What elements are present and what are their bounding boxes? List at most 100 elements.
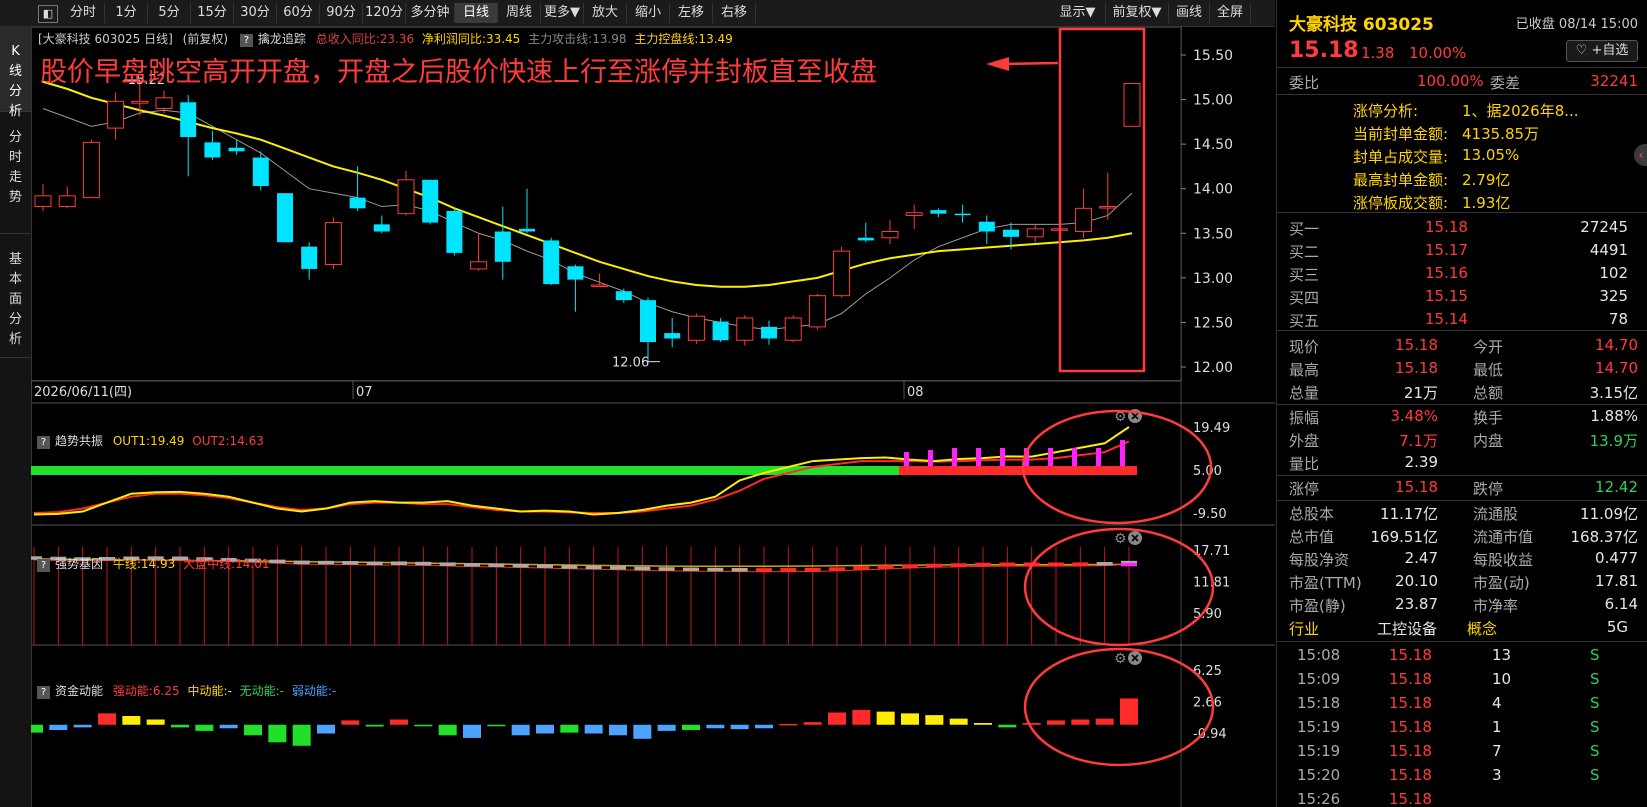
tick-s: S bbox=[1590, 694, 1600, 712]
help-icon[interactable]: ? bbox=[37, 686, 50, 699]
toolbar-item-2[interactable]: 5分 bbox=[148, 3, 191, 23]
concept-label[interactable]: 概念 bbox=[1467, 618, 1497, 639]
limit-up-line: 当前封单金额: 4135.85万 bbox=[1277, 121, 1647, 144]
candle-body bbox=[228, 147, 245, 152]
stat-v2: 168.37亿 bbox=[1570, 528, 1639, 546]
stat-v1: 15.18 bbox=[1395, 478, 1438, 496]
side-tab-2[interactable]: 基 本 面 分 析 bbox=[0, 234, 31, 358]
fund-bar bbox=[1095, 718, 1114, 725]
fund-bar bbox=[195, 724, 214, 731]
gear-icon[interactable]: ⚙ bbox=[1114, 531, 1127, 547]
stat-v1: 21万 bbox=[1403, 384, 1438, 402]
gear-icon[interactable]: ⚙ bbox=[1114, 651, 1127, 667]
fund-bar bbox=[511, 724, 530, 736]
toolbar-item-17[interactable]: 前复权▼ bbox=[1106, 3, 1169, 23]
fund-bar bbox=[390, 719, 408, 725]
layout-toggle-icon[interactable]: ◧ bbox=[38, 5, 58, 23]
gene-dash bbox=[634, 566, 651, 571]
toolbar-item-3[interactable]: 15分 bbox=[191, 3, 234, 23]
tick-t: 15:26 bbox=[1297, 790, 1341, 807]
help-icon[interactable]: ? bbox=[37, 559, 50, 572]
stat-l1: 市盈(TTM) bbox=[1289, 574, 1362, 592]
stats-row: 现价 15.18 今开 14.70 bbox=[1277, 334, 1647, 357]
gene-dash bbox=[1096, 562, 1113, 566]
candle-body bbox=[373, 224, 390, 232]
help-icon[interactable]: ? bbox=[239, 34, 253, 47]
trend-magenta-bar bbox=[1072, 448, 1077, 466]
industry-value[interactable]: 工控设备 bbox=[1377, 618, 1437, 639]
sub3-mid: 中动能:- bbox=[187, 684, 232, 698]
stat-l1: 现价 bbox=[1289, 338, 1320, 356]
bid-row[interactable]: 买四 15.15 325 bbox=[1277, 285, 1647, 308]
fq-label[interactable]: (前复权) bbox=[183, 32, 228, 46]
tick-v: 4 bbox=[1492, 694, 1502, 712]
toolbar-item-11[interactable]: 更多▼ bbox=[541, 3, 584, 23]
toolbar-item-0[interactable]: 分时 bbox=[62, 3, 105, 23]
toolbar-item-6[interactable]: 90分 bbox=[320, 3, 363, 23]
annotation-arrow bbox=[1000, 61, 1059, 66]
toolbar-item-19[interactable]: 全屏 bbox=[1210, 3, 1251, 23]
toolbar-item-18[interactable]: 画线 bbox=[1169, 3, 1210, 23]
stat-v1: 2.39 bbox=[1404, 453, 1438, 471]
add-watchlist-button[interactable]: ♡ +自选 bbox=[1566, 40, 1638, 62]
limit-up-key: 当前封单金额: bbox=[1353, 125, 1449, 143]
toolbar-item-9[interactable]: 日线 bbox=[455, 3, 498, 23]
candle-body bbox=[422, 179, 439, 223]
tick-t: 15:19 bbox=[1297, 742, 1341, 760]
tick-row: 15:19 15.18 1 S bbox=[1277, 716, 1647, 739]
toolbar-item-13[interactable]: 缩小 bbox=[627, 3, 670, 23]
fund-bar bbox=[828, 712, 846, 725]
candle-body bbox=[58, 195, 76, 208]
stat-v1: 169.51亿 bbox=[1370, 528, 1439, 546]
toolbar-item-12[interactable]: 放大 bbox=[584, 3, 627, 23]
candle-body bbox=[397, 179, 415, 215]
tick-t: 15:18 bbox=[1297, 694, 1341, 712]
fund-bar bbox=[1022, 723, 1041, 725]
concept-value[interactable]: 5G bbox=[1607, 618, 1628, 636]
toolbar-item-10[interactable]: 周线 bbox=[498, 3, 541, 23]
fund-bar bbox=[341, 720, 360, 725]
bid-row[interactable]: 买一 15.18 27245 bbox=[1277, 216, 1647, 239]
ind-attack-line: 主力攻击线:13.98 bbox=[528, 32, 627, 46]
y-tick-label: 12.50 bbox=[1193, 315, 1233, 331]
help-icon[interactable]: ? bbox=[37, 436, 50, 449]
tick-p: 15.18 bbox=[1389, 742, 1432, 760]
bid-row[interactable]: 买二 15.17 4491 bbox=[1277, 239, 1647, 262]
sub1-tick: -9.50 bbox=[1193, 507, 1227, 522]
fund-bar bbox=[1120, 698, 1138, 725]
bid-row[interactable]: 买五 15.14 78 bbox=[1277, 308, 1647, 331]
industry-label[interactable]: 行业 bbox=[1289, 618, 1319, 639]
bid-price: 15.17 bbox=[1425, 241, 1468, 259]
tick-t: 15:20 bbox=[1297, 766, 1341, 784]
stat-v2: 14.70 bbox=[1595, 336, 1638, 354]
stat-v1: 15.18 bbox=[1395, 336, 1438, 354]
toolbar-item-4[interactable]: 30分 bbox=[234, 3, 277, 23]
gene-dash bbox=[804, 567, 821, 572]
candle-body bbox=[954, 213, 971, 216]
wb-label: 委比 bbox=[1289, 74, 1320, 92]
fund-bar bbox=[438, 724, 457, 736]
bid-row[interactable]: 买三 15.16 102 bbox=[1277, 262, 1647, 285]
candle-body bbox=[204, 142, 221, 158]
limit-up-value: 13.05% bbox=[1462, 146, 1520, 164]
sub2-name: 强势基因 bbox=[55, 557, 104, 571]
bid-label: 买二 bbox=[1289, 243, 1320, 261]
side-tab-0[interactable]: K 线 分 析 bbox=[0, 26, 31, 119]
toolbar-item-5[interactable]: 60分 bbox=[277, 3, 320, 23]
stat-l2: 跌停 bbox=[1473, 480, 1504, 498]
toolbar-item-15[interactable]: 右移 bbox=[713, 3, 756, 23]
toolbar-item-8[interactable]: 多分钟 bbox=[406, 3, 455, 23]
toolbar-item-1[interactable]: 1分 bbox=[105, 3, 148, 23]
bid-vol: 4491 bbox=[1589, 241, 1628, 259]
wc-value: 32241 bbox=[1590, 72, 1638, 90]
tick-list: 15:08 15.18 13 S 15:09 15.18 10 S 15:18 15.18 4 S 15… bbox=[1277, 643, 1647, 807]
candle-body bbox=[687, 315, 705, 341]
tick-p: 15.18 bbox=[1389, 790, 1432, 807]
toolbar-item-14[interactable]: 左移 bbox=[670, 3, 713, 23]
toolbar-item-16[interactable]: 显示▼ bbox=[1050, 3, 1106, 23]
side-tab-1[interactable]: 分 时 走 势 bbox=[0, 112, 31, 234]
fund-bar bbox=[536, 724, 554, 734]
tick-s: S bbox=[1590, 742, 1600, 760]
stat-v2: 13.9万 bbox=[1589, 432, 1638, 450]
toolbar-item-7[interactable]: 120分 bbox=[363, 3, 406, 23]
